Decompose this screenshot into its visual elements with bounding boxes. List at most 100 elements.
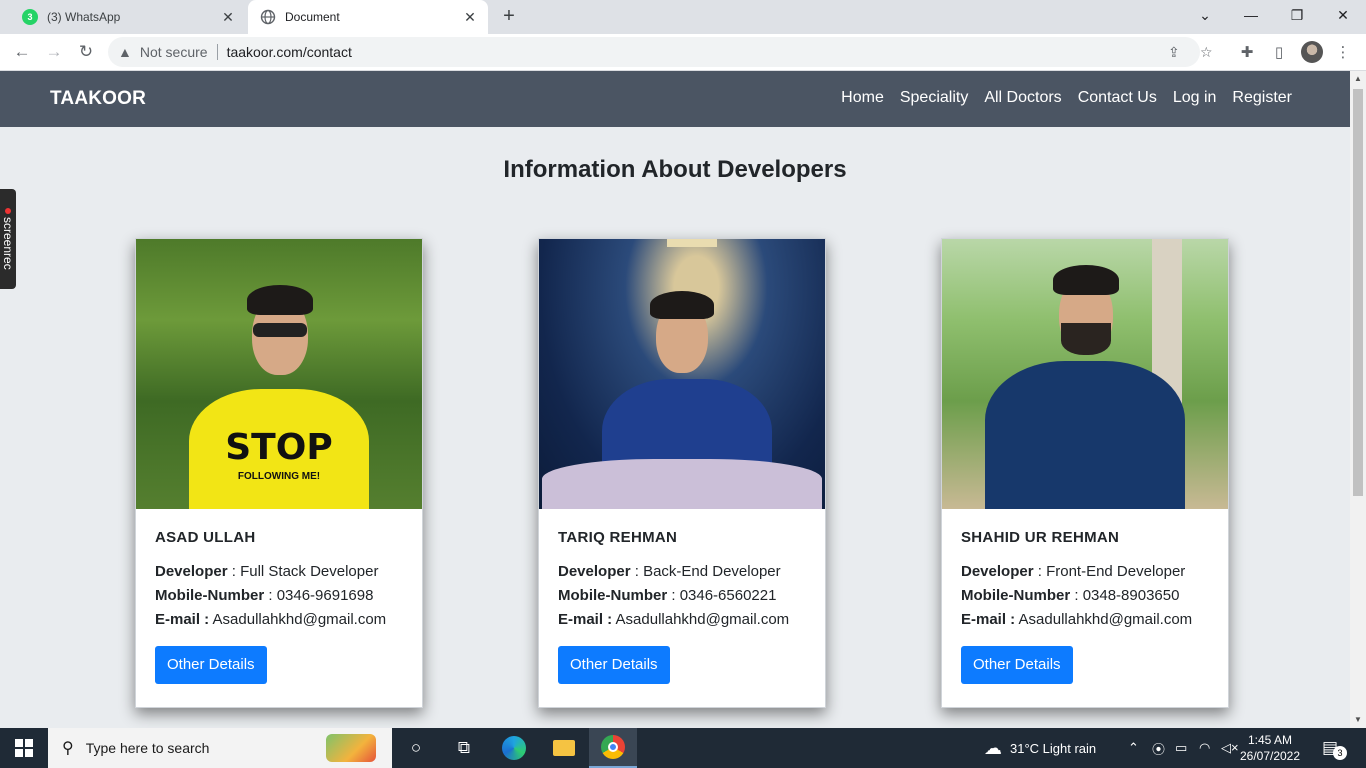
warning-icon[interactable]: ▲ — [118, 44, 132, 60]
email-label: E-mail : — [155, 611, 210, 628]
restore-icon[interactable]: ❐ — [1274, 0, 1320, 30]
edge-icon[interactable] — [490, 728, 538, 768]
developer-photo — [942, 239, 1228, 509]
weather-widget[interactable]: ☁ 31°C Light rain — [984, 728, 1096, 768]
tray-overflow-icon[interactable]: ⌃ — [1128, 728, 1139, 768]
other-details-button[interactable]: Other Details — [155, 646, 267, 684]
whatsapp-icon: 3 — [22, 9, 38, 25]
mobile-label: Mobile-Number — [961, 587, 1071, 604]
email-value: Asadullahkhd@gmail.com — [1018, 611, 1193, 628]
role-value: Front-End Developer — [1046, 563, 1186, 580]
site-navbar: TAAKOOR Home Speciality All Doctors Cont… — [0, 71, 1350, 127]
tab-search-icon[interactable]: ⌄ — [1182, 0, 1228, 30]
new-tab-button[interactable]: + — [498, 6, 520, 28]
other-details-button[interactable]: Other Details — [558, 646, 670, 684]
close-window-icon[interactable]: ✕ — [1320, 0, 1366, 30]
developer-name: TARIQ REHMAN — [558, 529, 678, 546]
close-tab-icon[interactable]: ✕ — [462, 9, 478, 25]
mobile-value: 0346-6560221 — [679, 587, 777, 604]
windows-taskbar: ⚲ Type here to search ○ ⧉ ☁ 31°C Light r… — [0, 728, 1366, 768]
mobile-value: 0346-9691698 — [276, 587, 374, 604]
nav-log-in[interactable]: Log in — [1173, 89, 1217, 107]
windows-start-icon[interactable] — [0, 728, 48, 768]
address-bar[interactable]: ▲ Not secure taakoor.com/contact ⇪ ☆ — [108, 37, 1213, 67]
url-text[interactable]: taakoor.com/contact — [227, 44, 352, 60]
email-label: E-mail : — [961, 611, 1016, 628]
shirt-print: STOP — [225, 427, 333, 468]
email-label: E-mail : — [558, 611, 613, 628]
role-label: Developer — [558, 563, 631, 580]
globe-icon — [260, 9, 276, 25]
developer-card: STOP FOLLOWING ME! ASAD ULLAH Developer … — [135, 238, 423, 708]
weather-text: 31°C Light rain — [1010, 740, 1097, 756]
person-figure: STOP FOLLOWING ME! — [179, 277, 379, 509]
battery-icon[interactable]: ▭ — [1175, 728, 1187, 768]
scroll-up-icon[interactable]: ▲ — [1350, 71, 1366, 87]
profile-avatar[interactable] — [1301, 41, 1323, 63]
developer-name: ASAD ULLAH — [155, 529, 256, 546]
close-tab-icon[interactable]: ✕ — [220, 9, 236, 25]
scroll-down-icon[interactable]: ▼ — [1350, 712, 1366, 728]
page-viewport: TAAKOOR Home Speciality All Doctors Cont… — [0, 71, 1350, 728]
person-figure — [542, 291, 822, 509]
clock-time: 1:45 AM — [1247, 733, 1293, 747]
meet-now-icon[interactable]: ⦿ — [1152, 728, 1165, 768]
nav-speciality[interactable]: Speciality — [900, 89, 968, 107]
volume-muted-icon[interactable]: ◁× — [1221, 728, 1239, 768]
tab-whatsapp[interactable]: 3 (3) WhatsApp ✕ — [8, 0, 246, 34]
nav-all-doctors[interactable]: All Doctors — [984, 89, 1061, 107]
cortana-icon[interactable]: ○ — [392, 728, 440, 768]
card-body: ASAD ULLAH Developer : Full Stack Develo… — [136, 509, 422, 684]
divider — [216, 44, 218, 60]
nav-contact-us[interactable]: Contact Us — [1078, 89, 1157, 107]
chrome-icon[interactable] — [589, 728, 637, 768]
taskbar-search[interactable]: ⚲ Type here to search — [48, 728, 392, 768]
record-dot-icon — [5, 208, 11, 215]
mobile-label: Mobile-Number — [558, 587, 668, 604]
developer-info: Developer : Back-End Developer Mobile-Nu… — [558, 563, 790, 628]
task-view-icon[interactable]: ⧉ — [440, 728, 488, 768]
card-body: TARIQ REHMAN Developer : Back-End Develo… — [539, 509, 825, 684]
share-icon[interactable]: ⇪ — [1168, 37, 1180, 67]
file-explorer-icon[interactable] — [540, 728, 588, 768]
clock-date: 26/07/2022 — [1239, 749, 1301, 763]
tab-title: (3) WhatsApp — [47, 10, 121, 24]
wifi-icon[interactable]: ◠ — [1199, 728, 1210, 768]
search-icon: ⚲ — [62, 740, 74, 757]
screenrec-label: screenrec — [1, 217, 15, 270]
side-panel-icon[interactable]: ▯ — [1269, 42, 1289, 62]
back-icon[interactable]: ← — [10, 40, 34, 64]
role-label: Developer — [961, 563, 1034, 580]
forward-icon[interactable]: → — [42, 40, 66, 64]
extensions-icon[interactable]: ✚ — [1237, 42, 1257, 62]
bookmark-star-icon[interactable]: ☆ — [1200, 37, 1213, 67]
tab-title: Document — [285, 10, 340, 24]
search-placeholder: Type here to search — [85, 740, 210, 756]
developer-card: SHAHID UR REHMAN Developer : Front-End D… — [941, 238, 1229, 708]
other-details-button[interactable]: Other Details — [961, 646, 1073, 684]
menu-icon[interactable]: ⋮ — [1333, 42, 1353, 62]
scroll-thumb[interactable] — [1353, 89, 1363, 496]
notifications-icon[interactable]: ▤ 3 — [1322, 728, 1347, 768]
role-label: Developer — [155, 563, 228, 580]
shirt-print-sub: FOLLOWING ME! — [237, 471, 321, 482]
search-highlight-icon[interactable] — [326, 734, 376, 762]
minimize-icon[interactable]: — — [1228, 0, 1274, 30]
email-value: Asadullahkhd@gmail.com — [212, 611, 387, 628]
nav-home[interactable]: Home — [841, 89, 884, 107]
screenrec-widget[interactable]: screenrec — [0, 189, 16, 289]
reload-icon[interactable]: ↻ — [74, 40, 98, 64]
browser-toolbar: ← → ↻ ▲ Not secure taakoor.com/contact ⇪… — [0, 34, 1366, 71]
nav-register[interactable]: Register — [1232, 89, 1292, 107]
taskbar-clock[interactable]: 1:45 AM 26/07/2022 — [1238, 732, 1302, 764]
tab-document[interactable]: Document ✕ — [248, 0, 488, 34]
cloud-rain-icon: ☁ — [984, 737, 1002, 758]
card-body: SHAHID UR REHMAN Developer : Front-End D… — [942, 509, 1228, 684]
email-value: Asadullahkhd@gmail.com — [615, 611, 790, 628]
site-brand[interactable]: TAAKOOR — [50, 88, 146, 110]
page-scrollbar[interactable]: ▲ ▼ — [1350, 71, 1366, 728]
security-status[interactable]: Not secure — [140, 44, 208, 60]
developer-name: SHAHID UR REHMAN — [961, 529, 1120, 546]
browser-tab-bar: 3 (3) WhatsApp ✕ Document ✕ + ⌄ — ❐ ✕ — [0, 0, 1366, 34]
notification-count: 3 — [1333, 746, 1347, 760]
